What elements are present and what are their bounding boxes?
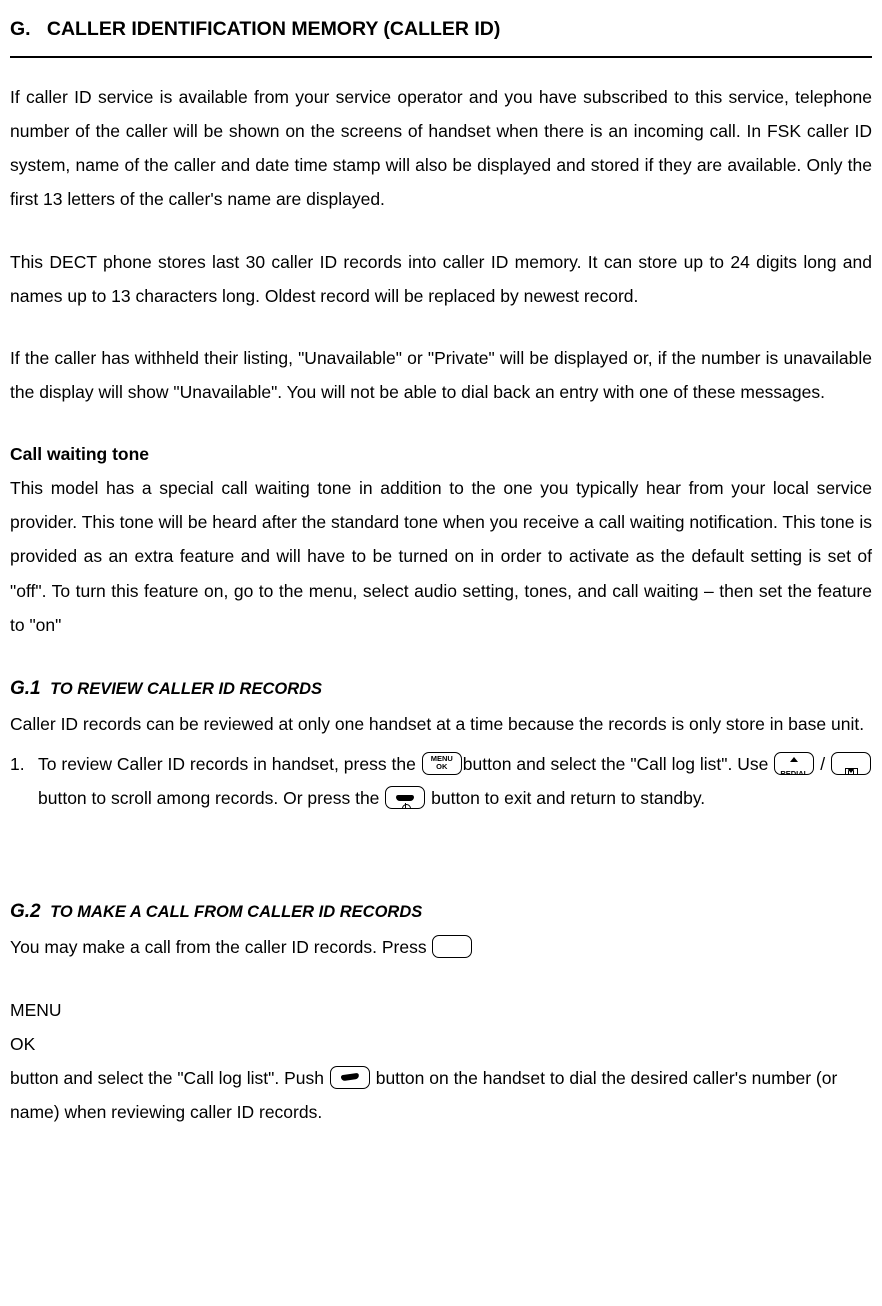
- talk-speaker-button-icon: [330, 1066, 370, 1089]
- menu-ok-button-icon: MENUOK: [422, 752, 462, 775]
- g2-body: You may make a call from the caller ID r…: [10, 930, 872, 964]
- call-waiting-heading: Call waiting tone: [10, 444, 149, 464]
- subsection-g2-num: G.2: [10, 901, 41, 922]
- redial-up-button-icon: REDIAL: [774, 752, 814, 775]
- paragraph-call-waiting: This model has a special call waiting to…: [10, 471, 872, 642]
- paragraph-intro-2: This DECT phone stores last 30 caller ID…: [10, 245, 872, 313]
- step-text: To review Caller ID records in handset, …: [38, 747, 872, 815]
- end-call-power-button-icon: [385, 786, 425, 809]
- section-letter: G.: [10, 18, 31, 40]
- subsection-g2-title: TO MAKE A CALL FROM CALLER ID RECORDS: [46, 903, 423, 921]
- section-divider: [10, 56, 872, 58]
- step-number: 1.: [10, 747, 38, 815]
- down-phonebook-button-icon: [831, 752, 871, 775]
- subsection-g1-title: TO REVIEW CALLER ID RECORDS: [46, 680, 323, 698]
- section-title-text: CALLER IDENTIFICATION MEMORY (CALLER ID): [47, 18, 501, 40]
- menu-ok-button-icon: [432, 935, 472, 958]
- g1-intro: Caller ID records can be reviewed at onl…: [10, 707, 872, 741]
- section-heading: G. CALLER IDENTIFICATION MEMORY (CALLER …: [10, 10, 872, 48]
- subsection-g1-num: G.1: [10, 678, 41, 699]
- paragraph-intro-3: If the caller has withheld their listing…: [10, 341, 872, 409]
- paragraph-intro-1: If caller ID service is available from y…: [10, 80, 872, 217]
- g1-steps: 1. To review Caller ID records in handse…: [10, 747, 872, 815]
- list-item: 1. To review Caller ID records in handse…: [10, 747, 872, 815]
